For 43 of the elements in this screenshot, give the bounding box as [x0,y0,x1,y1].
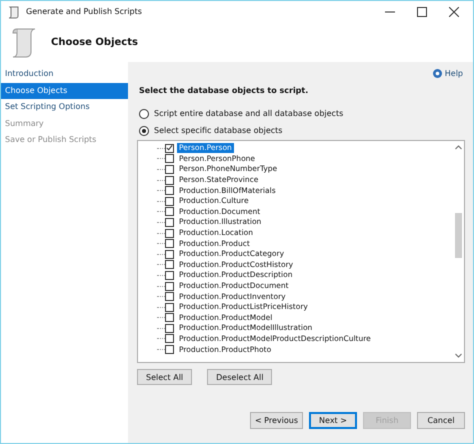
checkbox[interactable] [165,176,174,185]
help-icon[interactable] [432,68,442,78]
checkbox[interactable] [165,282,174,291]
checkbox[interactable] [165,250,174,259]
checkbox[interactable] [165,302,174,312]
help-link[interactable]: Help [444,68,463,78]
radio-label[interactable]: Select specific database objects [154,126,282,135]
sidebar-item[interactable]: Choose Objects [1,82,128,99]
checkbox[interactable] [165,345,174,354]
list-button[interactable]: Deselect All [207,369,272,385]
checkbox[interactable] [165,313,174,322]
checkbox[interactable] [165,154,174,164]
close-icon[interactable] [449,6,459,16]
checkbox[interactable] [165,186,174,196]
sidebar-item[interactable]: Set Scripting Options [1,99,128,116]
checkbox[interactable] [165,239,174,248]
checkbox[interactable] [165,270,174,280]
list-button[interactable]: Select All [137,369,192,385]
radio-button[interactable] [139,126,149,136]
checkbox[interactable] [165,228,174,238]
window-title: Generate and Publish Scripts [26,7,142,16]
footer-button[interactable]: Next > [309,412,357,429]
scroll-icon [7,4,21,18]
page-title: Choose Objects [51,36,138,48]
sidebar-item[interactable]: Introduction [1,66,128,82]
checkbox[interactable] [165,196,174,206]
checkbox[interactable] [165,218,174,227]
footer-button[interactable]: < Previous [250,412,303,429]
footer-button[interactable]: Cancel [417,412,465,429]
maximize-icon[interactable] [417,6,427,16]
radio-label[interactable]: Script entire database and all database objects [154,109,344,118]
instruction-text: Select the database objects to script. [138,85,310,97]
checkbox[interactable] [165,324,174,333]
scroll-up-icon[interactable] [455,145,462,150]
radio-button[interactable] [139,108,149,118]
checkbox[interactable] [165,292,174,302]
checkbox[interactable] [165,207,174,216]
checkbox[interactable] [165,334,174,344]
checkbox[interactable] [165,164,174,174]
scroll-down-icon[interactable] [455,353,462,358]
scrollbar-thumb[interactable] [455,213,462,258]
checkbox[interactable] [165,260,174,270]
checkbox[interactable] [165,144,174,153]
